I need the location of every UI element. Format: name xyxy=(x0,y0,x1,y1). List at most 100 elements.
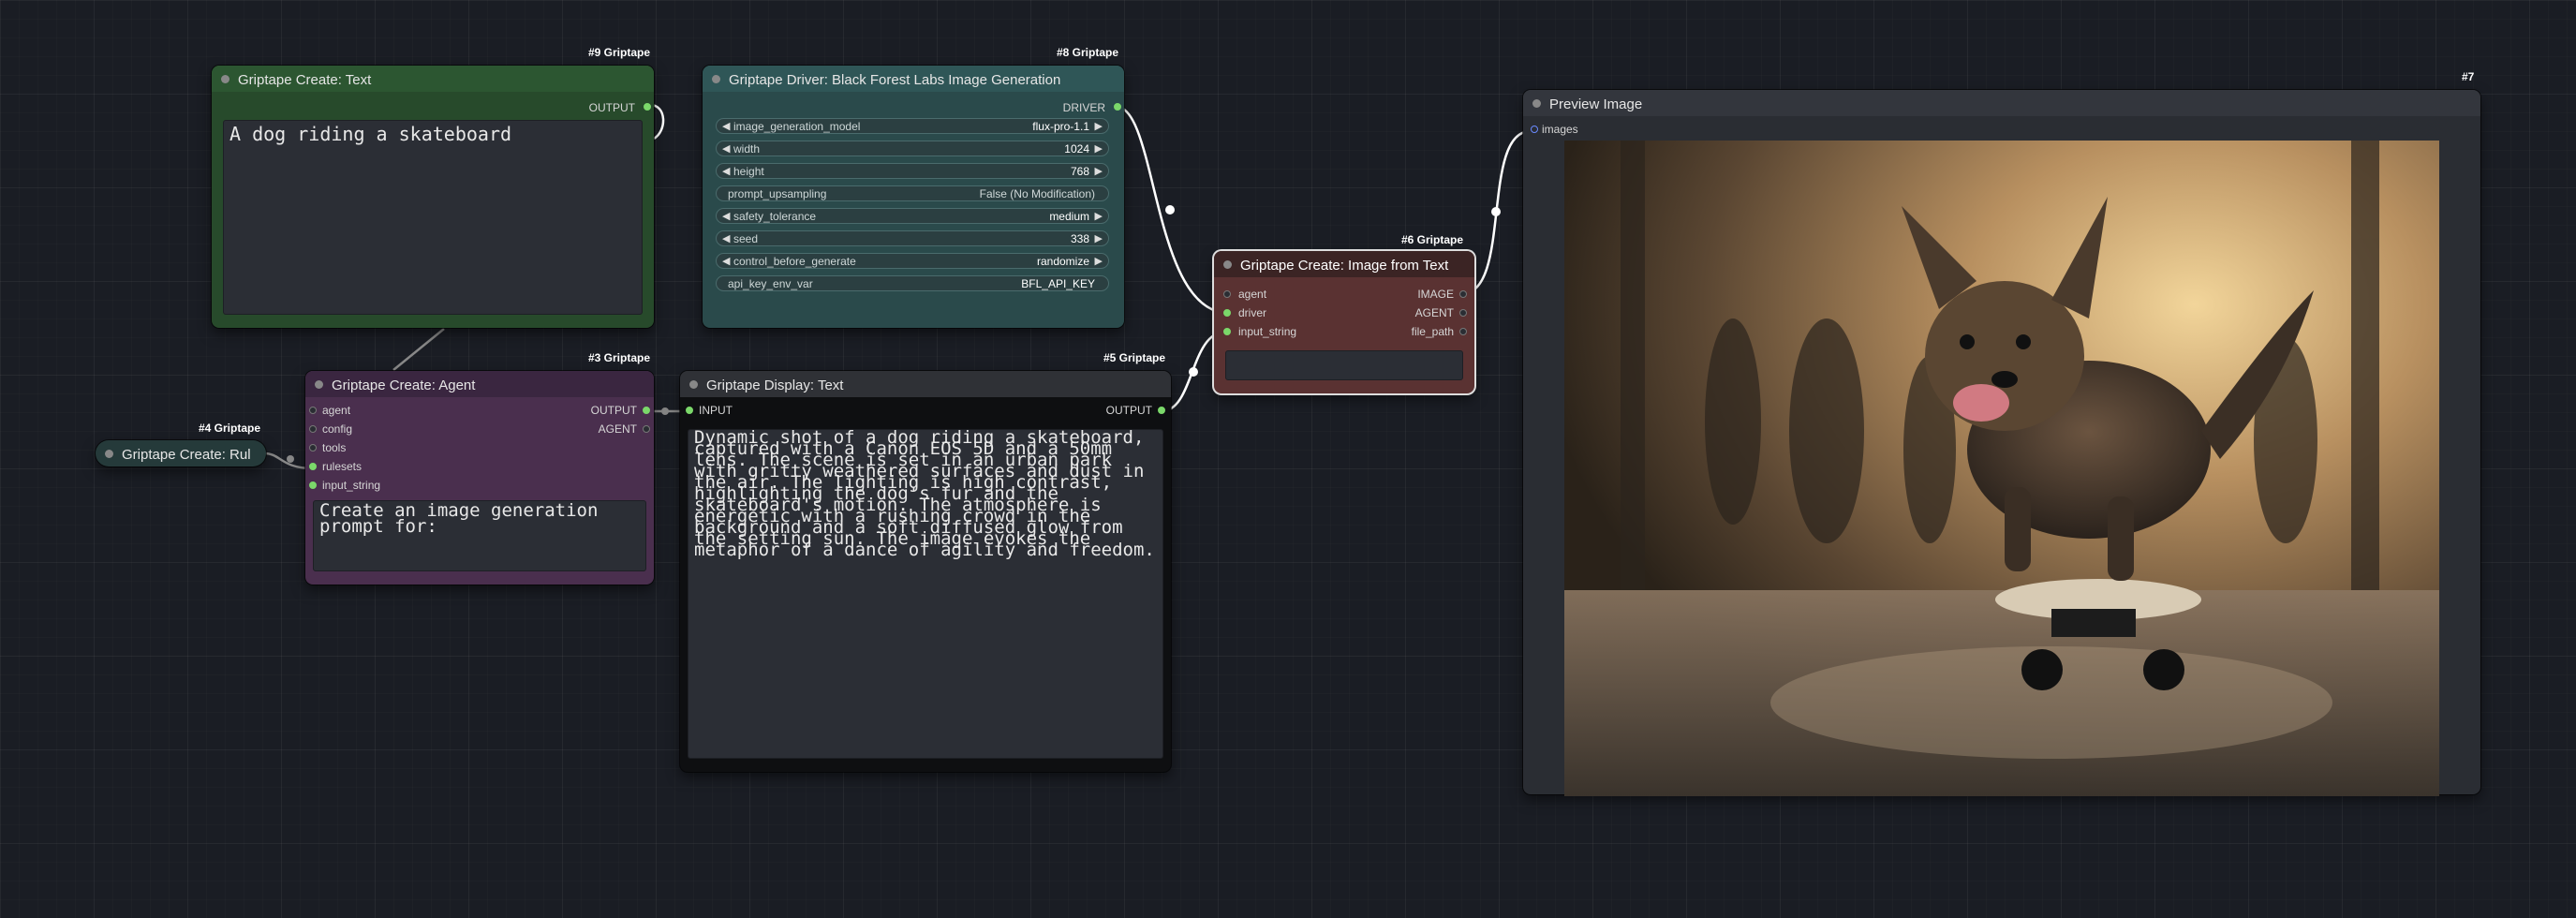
agent-node[interactable]: Griptape Create: Agent agent config tool… xyxy=(305,371,654,585)
widget-value: 768 xyxy=(1070,165,1089,178)
input-pin-input-string[interactable] xyxy=(309,481,317,489)
collapse-dot-icon[interactable] xyxy=(221,75,229,83)
node-title: Griptape Create: Text xyxy=(238,72,372,88)
input-label: rulesets xyxy=(322,460,363,473)
output-pin-file-path[interactable] xyxy=(1459,328,1467,335)
decrement-arrow-icon[interactable]: ◀ xyxy=(722,165,730,177)
widget-label: width xyxy=(733,142,761,155)
node-title: Griptape Driver: Black Forest Labs Image… xyxy=(729,72,1061,88)
node-header[interactable]: Griptape Display: Text xyxy=(680,371,1171,397)
increment-arrow-icon[interactable]: ▶ xyxy=(1095,142,1103,155)
decrement-arrow-icon[interactable]: ◀ xyxy=(722,255,730,267)
node-header[interactable]: Griptape Create: Agent xyxy=(305,371,654,397)
text-node[interactable]: Griptape Create: Text OUTPUT A dog ridin… xyxy=(212,66,654,328)
input-pin-config[interactable] xyxy=(309,425,317,433)
widget-control-before-generate[interactable]: ◀ control_before_generate randomize ▶ xyxy=(716,253,1109,269)
collapse-dot-icon[interactable] xyxy=(315,380,323,389)
node-header[interactable]: Griptape Driver: Black Forest Labs Image… xyxy=(703,66,1124,92)
widget-value: medium xyxy=(1049,210,1089,223)
widget-api-key-env-var[interactable]: api_key_env_var BFL_API_KEY xyxy=(716,275,1109,291)
collapse-dot-icon[interactable] xyxy=(1223,260,1232,269)
widget-height[interactable]: ◀ height 768 ▶ xyxy=(716,163,1109,179)
output-label: OUTPUT xyxy=(590,404,637,417)
input-label: driver xyxy=(1238,306,1267,319)
input-label: input_string xyxy=(322,479,381,492)
output-pin[interactable] xyxy=(1114,103,1121,111)
input-label: input_string xyxy=(1238,325,1297,338)
output-pin[interactable] xyxy=(644,103,651,111)
node-title: Griptape Create: Agent xyxy=(332,378,476,393)
input-pin-rulesets[interactable] xyxy=(309,463,317,470)
output-pin-image[interactable] xyxy=(1459,290,1467,298)
rules-node[interactable]: Griptape Create: Rul xyxy=(96,440,266,466)
increment-arrow-icon[interactable]: ▶ xyxy=(1095,165,1103,177)
output-label: file_path xyxy=(1411,325,1454,338)
node-badge: #3 Griptape xyxy=(588,351,651,364)
widget-value: 1024 xyxy=(1064,142,1089,155)
node-badge: #4 Griptape xyxy=(199,422,261,435)
output-label: OUTPUT xyxy=(588,101,635,114)
collapse-dot-icon[interactable] xyxy=(689,380,698,389)
input-label: tools xyxy=(322,441,347,454)
widget-safety-tolerance[interactable]: ◀ safety_tolerance medium ▶ xyxy=(716,208,1109,224)
output-pin-agent[interactable] xyxy=(643,425,650,433)
display-text-node[interactable]: Griptape Display: Text INPUT OUTPUT Dyna… xyxy=(680,371,1171,772)
input-pin-agent[interactable] xyxy=(309,407,317,414)
output-label: DRIVER xyxy=(1062,101,1105,114)
collapse-dot-icon[interactable] xyxy=(1532,99,1541,108)
wire-text-to-agent-lower xyxy=(392,328,445,371)
display-text-area[interactable]: Dynamic shot of a dog riding a skateboar… xyxy=(688,429,1163,759)
input-label: INPUT xyxy=(699,404,733,417)
widget-value: BFL_API_KEY xyxy=(1021,277,1095,290)
decrement-arrow-icon[interactable]: ◀ xyxy=(722,210,730,222)
decrement-arrow-icon[interactable]: ◀ xyxy=(722,120,730,132)
increment-arrow-icon[interactable]: ▶ xyxy=(1095,120,1103,132)
image-from-text-node[interactable]: Griptape Create: Image from Text agent d… xyxy=(1214,251,1474,393)
node-badge: #6 Griptape xyxy=(1401,233,1464,246)
input-pin-input[interactable] xyxy=(686,407,693,414)
input-pin-images[interactable] xyxy=(1531,126,1538,133)
node-header[interactable]: Griptape Create: Image from Text xyxy=(1214,251,1474,277)
widget-label: api_key_env_var xyxy=(728,277,813,290)
output-pin-output[interactable] xyxy=(643,407,650,414)
collapse-dot-icon[interactable] xyxy=(712,75,720,83)
widget-prompt-upsampling[interactable]: prompt_upsampling False (No Modification… xyxy=(716,185,1109,201)
widget-image-generation-model[interactable]: ◀ image_generation_model flux-pro-1.1 ▶ xyxy=(716,118,1109,134)
widget-label: safety_tolerance xyxy=(733,210,817,223)
increment-arrow-icon[interactable]: ▶ xyxy=(1095,255,1103,267)
input-pin-agent[interactable] xyxy=(1223,290,1231,298)
output-pin-output[interactable] xyxy=(1158,407,1165,414)
node-title: Griptape Create: Image from Text xyxy=(1240,258,1449,274)
driver-node[interactable]: Griptape Driver: Black Forest Labs Image… xyxy=(703,66,1124,328)
input-pin-input-string[interactable] xyxy=(1223,328,1231,335)
node-badge: #7 xyxy=(2462,70,2475,83)
decrement-arrow-icon[interactable]: ◀ xyxy=(722,142,730,155)
preview-image-node[interactable]: Preview Image images xyxy=(1523,90,2480,796)
node-badge: #5 Griptape xyxy=(1103,351,1166,364)
input-label: config xyxy=(322,422,353,436)
widget-label: seed xyxy=(733,232,759,245)
widget-width[interactable]: ◀ width 1024 ▶ xyxy=(716,141,1109,156)
widget-seed[interactable]: ◀ seed 338 ▶ xyxy=(716,230,1109,246)
generated-image[interactable] xyxy=(1564,141,2439,796)
decrement-arrow-icon[interactable]: ◀ xyxy=(722,232,730,244)
output-label: IMAGE xyxy=(1417,288,1454,301)
node-title: Griptape Create: Rul xyxy=(122,447,251,463)
widget-value: randomize xyxy=(1036,255,1089,268)
collapse-dot-icon[interactable] xyxy=(105,450,113,458)
node-header[interactable]: Griptape Create: Text xyxy=(212,66,654,92)
node-header[interactable]: Preview Image xyxy=(1523,90,2480,116)
input-pin-tools[interactable] xyxy=(309,444,317,452)
text-input[interactable]: A dog riding a skateboard xyxy=(223,120,643,315)
increment-arrow-icon[interactable]: ▶ xyxy=(1095,210,1103,222)
input-pin-driver[interactable] xyxy=(1223,309,1231,317)
increment-arrow-icon[interactable]: ▶ xyxy=(1095,232,1103,244)
wire-driver-to-image xyxy=(1116,105,1227,315)
prompt-input[interactable]: Create an image generation prompt for: xyxy=(313,500,646,571)
widget-label: prompt_upsampling xyxy=(728,187,827,200)
input-label: agent xyxy=(1238,288,1267,301)
node-badge: #8 Griptape xyxy=(1057,46,1119,59)
node-title: Preview Image xyxy=(1549,96,1643,112)
text-input[interactable] xyxy=(1225,350,1463,380)
output-pin-agent[interactable] xyxy=(1459,309,1467,317)
